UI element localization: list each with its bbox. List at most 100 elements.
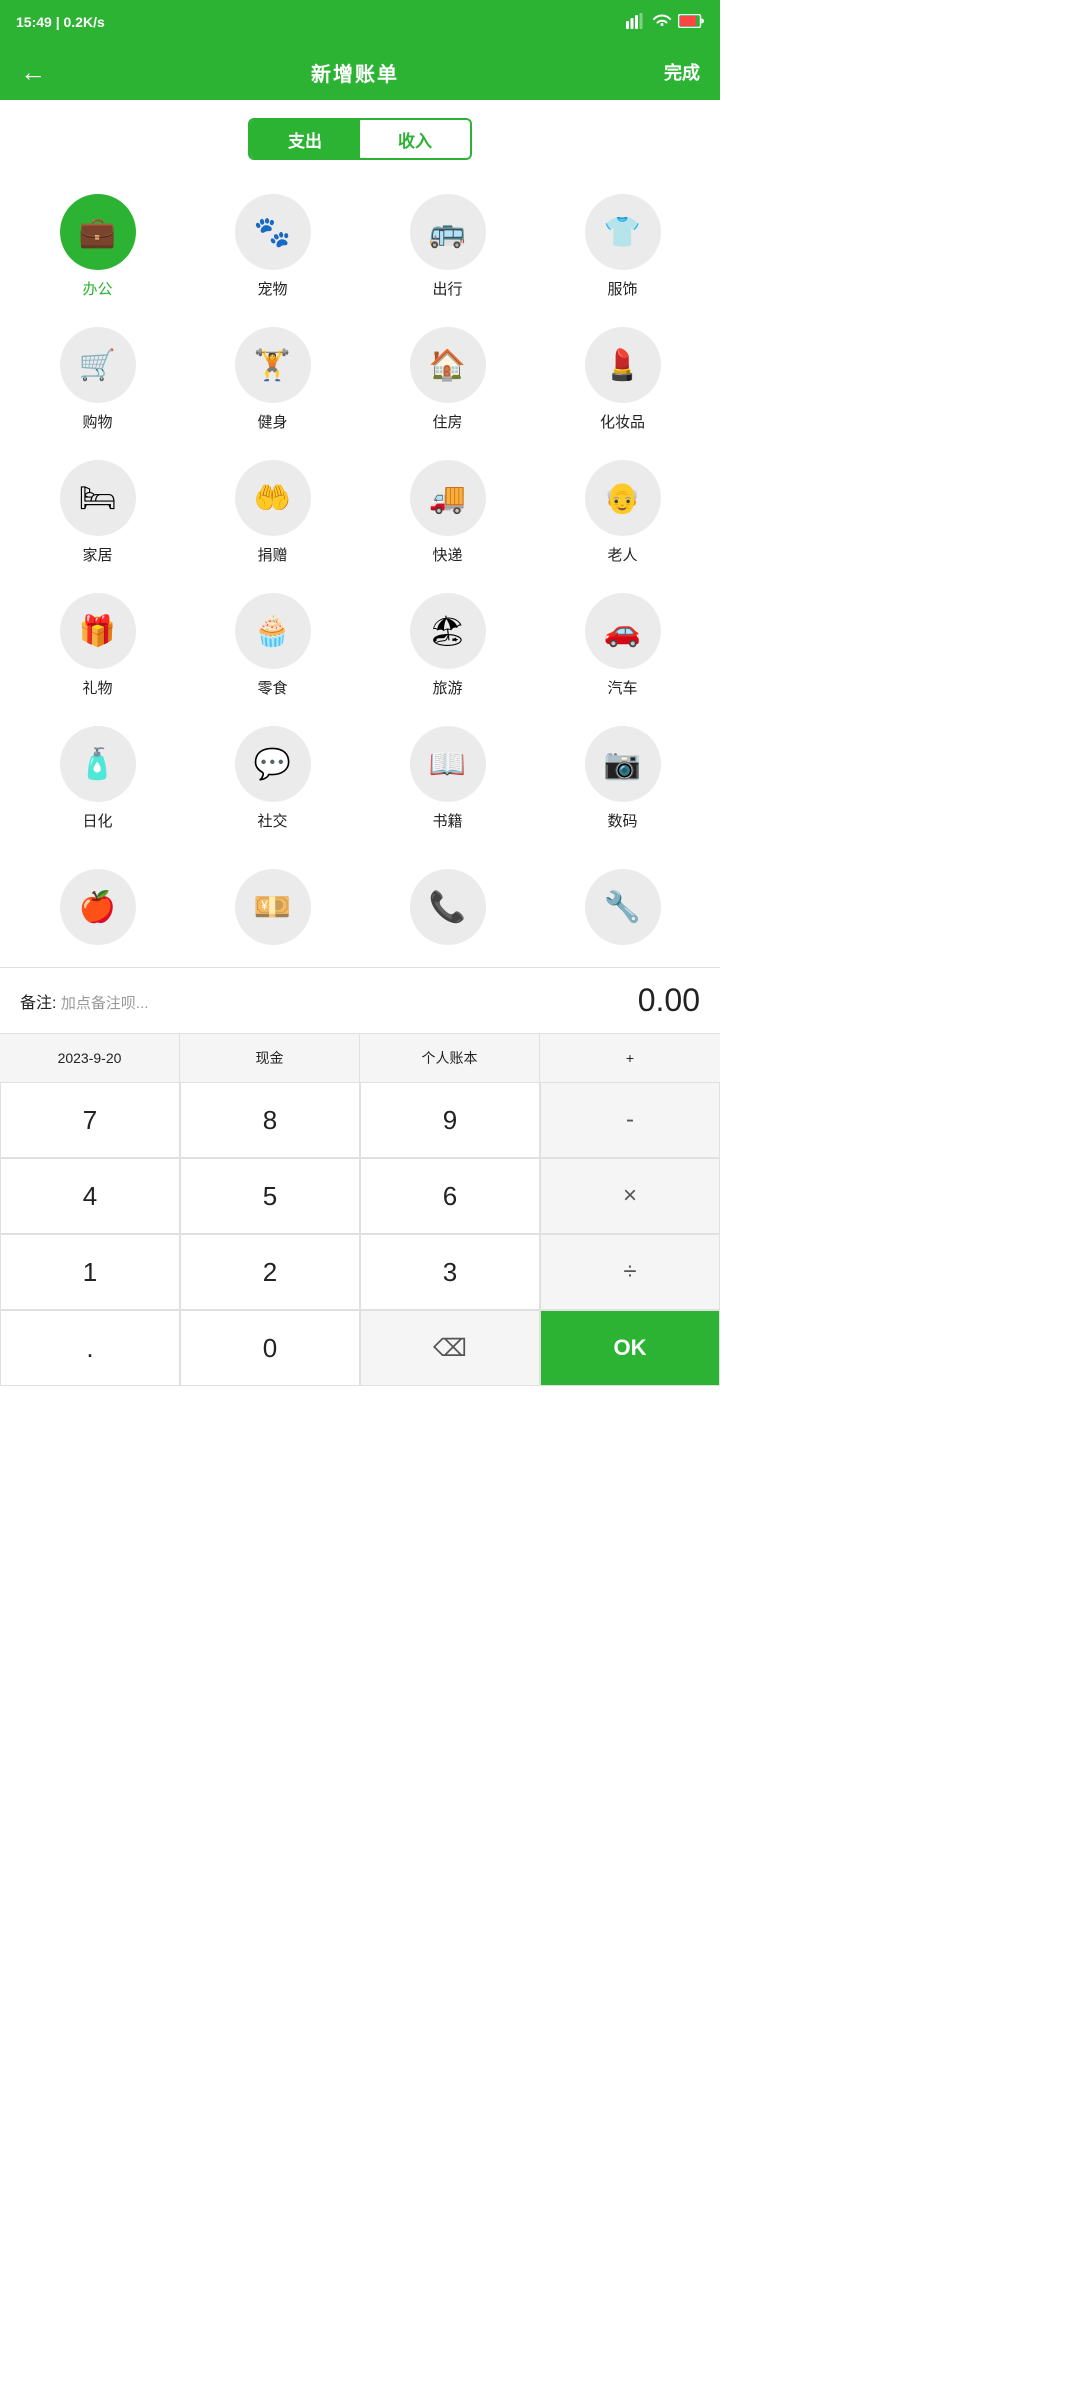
remark-section[interactable]: 备注: 加点备注呗... (20, 989, 148, 1013)
category-item-pet[interactable]: 🐾宠物 (185, 180, 360, 313)
calc-header: 2023-9-20 现金 个人账本 + (0, 1033, 720, 1082)
status-bar: 15:49 | 0.2K/s (0, 0, 720, 44)
amount-display: 0.00 (638, 982, 700, 1019)
category-icon-digital: 📷 (585, 726, 661, 802)
status-time: 15:49 | 0.2K/s (16, 14, 105, 30)
category-item-book[interactable]: 📖书籍 (360, 712, 535, 845)
numpad-key-x[interactable]: . (0, 1310, 180, 1386)
numpad-key-3[interactable]: 3 (360, 1234, 540, 1310)
category-label-express: 快递 (432, 544, 462, 565)
category-icon-office: 💼 (60, 194, 136, 270)
category-icon-furniture: 🛏 (60, 460, 136, 536)
numpad-key-2[interactable]: 2 (180, 1234, 360, 1310)
category-grid: 💼 办公 🐾宠物 🚌 出行 👕 服饰 🛒 购物 🏋健身 🏠 住房 💄 化妆品 🛏 家居 🤲 捐赠 🚚快递 👴 老人 🎁 礼物… (0, 170, 720, 855)
remark-label: 备注: (20, 995, 56, 1012)
category-icon-housing: 🏠 (410, 327, 486, 403)
category-label-clothing: 服饰 (607, 278, 637, 299)
category-item-furniture[interactable]: 🛏 家居 (10, 446, 185, 579)
numpad: 789- 456× 123÷.0⌫OK (0, 1082, 720, 1386)
battery-icon (678, 14, 704, 31)
numpad-key-x[interactable]: ⌫ (360, 1310, 540, 1386)
partial-item-food[interactable]: 🍎 (10, 855, 185, 967)
calc-account[interactable]: 个人账本 (360, 1034, 540, 1082)
category-item-digital[interactable]: 📷 数码 (535, 712, 710, 845)
calc-payment[interactable]: 现金 (180, 1034, 360, 1082)
tab-switcher: 支出 收入 (0, 100, 720, 170)
category-label-digital: 数码 (607, 810, 637, 831)
category-icon-gift: 🎁 (60, 593, 136, 669)
category-icon-elder: 👴 (585, 460, 661, 536)
category-item-social[interactable]: 💬 社交 (185, 712, 360, 845)
partial-icon-phone: 📞 (410, 869, 486, 945)
category-item-cosmetics[interactable]: 💄 化妆品 (535, 313, 710, 446)
category-label-office: 办公 (82, 278, 112, 299)
category-icon-shopping: 🛒 (60, 327, 136, 403)
category-item-office[interactable]: 💼 办公 (10, 180, 185, 313)
category-icon-travel: 🚌 (410, 194, 486, 270)
category-label-pet: 宠物 (257, 278, 287, 299)
category-item-car[interactable]: 🚗汽车 (535, 579, 710, 712)
numpad-key-5[interactable]: 5 (180, 1158, 360, 1234)
partial-icon-food: 🍎 (60, 869, 136, 945)
calc-date[interactable]: 2023-9-20 (0, 1034, 180, 1082)
remark-bar: 备注: 加点备注呗... 0.00 (0, 967, 720, 1033)
numpad-key-x[interactable]: - (540, 1082, 720, 1158)
tab-income[interactable]: 收入 (360, 120, 470, 158)
category-label-elder: 老人 (607, 544, 637, 565)
numpad-key-6[interactable]: 6 (360, 1158, 540, 1234)
numpad-key-1[interactable]: 1 (0, 1234, 180, 1310)
category-item-snack[interactable]: 🧁零食 (185, 579, 360, 712)
category-item-elder[interactable]: 👴 老人 (535, 446, 710, 579)
category-label-housing: 住房 (432, 411, 462, 432)
header: ← 新增账单 完成 (0, 44, 720, 100)
status-icons (626, 13, 704, 32)
category-icon-daily: 🧴 (60, 726, 136, 802)
numpad-key-9[interactable]: 9 (360, 1082, 540, 1158)
category-icon-social: 💬 (235, 726, 311, 802)
category-icon-donation: 🤲 (235, 460, 311, 536)
category-item-shopping[interactable]: 🛒 购物 (10, 313, 185, 446)
partial-item-finance[interactable]: 💴 (185, 855, 360, 967)
category-icon-tourism: 🏖 (410, 593, 486, 669)
category-item-express[interactable]: 🚚快递 (360, 446, 535, 579)
category-label-cosmetics: 化妆品 (600, 411, 645, 432)
wifi-icon (652, 13, 672, 32)
category-label-tourism: 旅游 (432, 677, 462, 698)
category-label-furniture: 家居 (82, 544, 112, 565)
category-label-book: 书籍 (432, 810, 462, 831)
numpad-key-x[interactable]: ÷ (540, 1234, 720, 1310)
category-item-housing[interactable]: 🏠 住房 (360, 313, 535, 446)
partial-icon-repair: 🔧 (585, 869, 661, 945)
done-button[interactable]: 完成 (664, 59, 700, 85)
numpad-key-4[interactable]: 4 (0, 1158, 180, 1234)
back-button[interactable]: ← (20, 57, 46, 88)
category-icon-clothing: 👕 (585, 194, 661, 270)
partial-item-repair[interactable]: 🔧 (535, 855, 710, 967)
category-label-donation: 捐赠 (257, 544, 287, 565)
tab-group: 支出 收入 (248, 118, 472, 160)
numpad-key-8[interactable]: 8 (180, 1082, 360, 1158)
category-label-travel: 出行 (432, 278, 462, 299)
category-icon-cosmetics: 💄 (585, 327, 661, 403)
category-label-snack: 零食 (257, 677, 287, 698)
calc-add[interactable]: + (540, 1034, 720, 1082)
category-item-travel[interactable]: 🚌 出行 (360, 180, 535, 313)
category-item-gift[interactable]: 🎁 礼物 (10, 579, 185, 712)
tab-expense[interactable]: 支出 (250, 120, 360, 158)
category-item-tourism[interactable]: 🏖 旅游 (360, 579, 535, 712)
numpad-key-x[interactable]: × (540, 1158, 720, 1234)
category-label-shopping: 购物 (82, 411, 112, 432)
signal-icon (626, 13, 646, 32)
numpad-key-0[interactable]: 0 (180, 1310, 360, 1386)
partial-row: 🍎 💴 📞 🔧 (0, 855, 720, 967)
category-item-clothing[interactable]: 👕 服饰 (535, 180, 710, 313)
category-item-daily[interactable]: 🧴日化 (10, 712, 185, 845)
category-label-gift: 礼物 (82, 677, 112, 698)
numpad-key-7[interactable]: 7 (0, 1082, 180, 1158)
numpad-key-OK[interactable]: OK (540, 1310, 720, 1386)
partial-item-phone[interactable]: 📞 (360, 855, 535, 967)
category-icon-car: 🚗 (585, 593, 661, 669)
category-label-social: 社交 (257, 810, 287, 831)
category-item-fitness[interactable]: 🏋健身 (185, 313, 360, 446)
category-item-donation[interactable]: 🤲 捐赠 (185, 446, 360, 579)
